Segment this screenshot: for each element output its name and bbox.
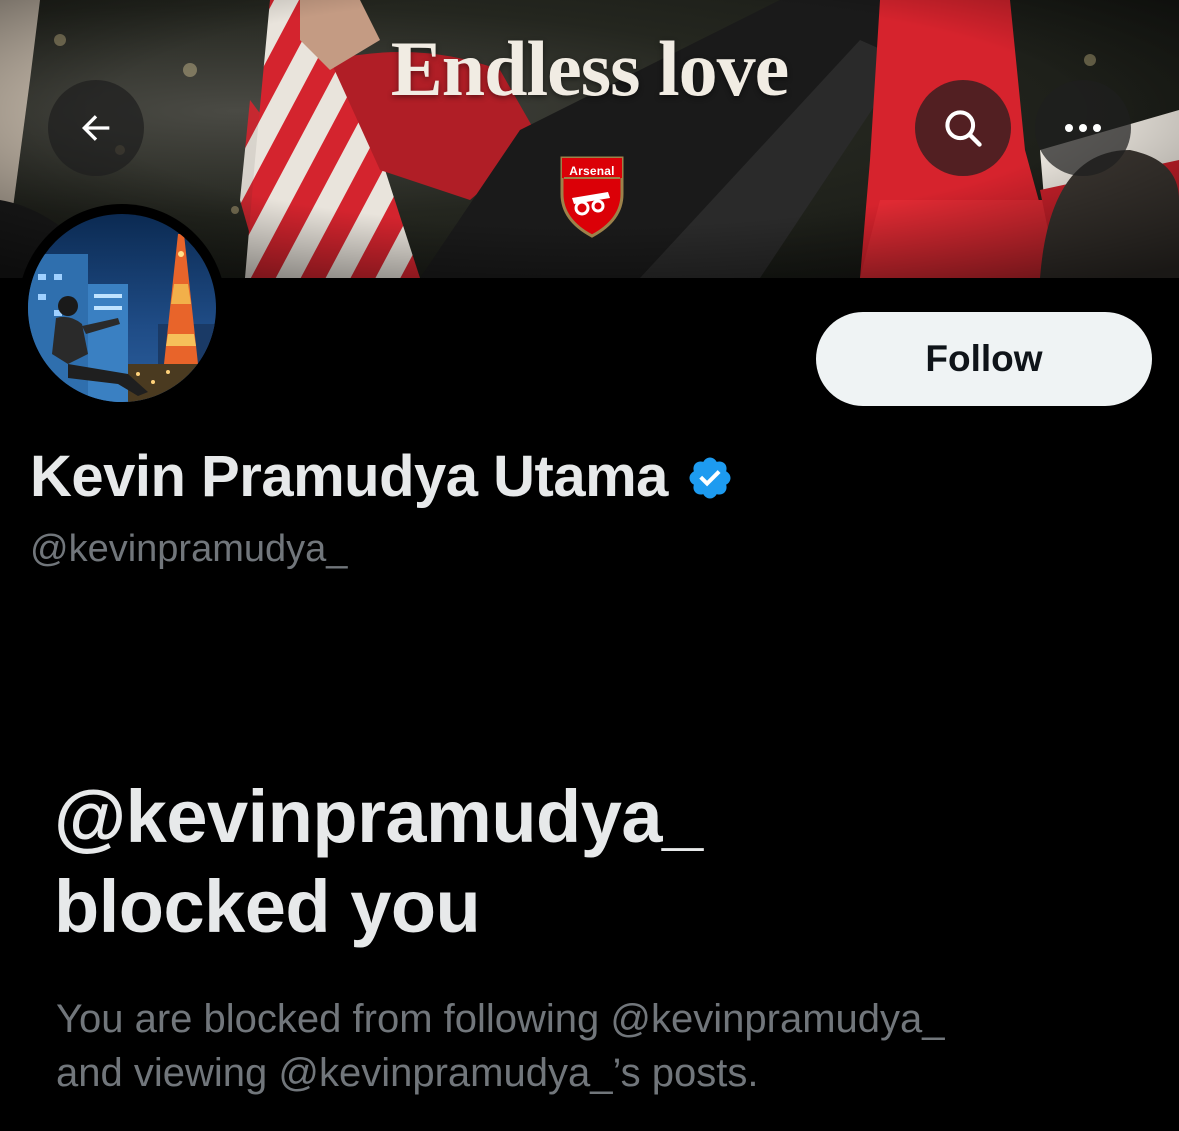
- blocked-description-line-1: You are blocked from following @kevinpra…: [56, 997, 945, 1041]
- blocked-description: You are blocked from following @kevinpra…: [56, 992, 1146, 1100]
- more-options-button[interactable]: [1035, 80, 1131, 176]
- follow-button[interactable]: Follow: [816, 312, 1152, 406]
- display-name: Kevin Pramudya Utama: [30, 443, 668, 509]
- blocked-title-handle: @kevinpramudya_: [54, 775, 703, 858]
- blocked-title: @kevinpramudya_ blocked you: [54, 772, 703, 952]
- blocked-title-text: blocked you: [54, 865, 481, 948]
- avatar-image: [28, 214, 216, 402]
- more-horizontal-icon: [1065, 124, 1101, 132]
- search-button[interactable]: [915, 80, 1011, 176]
- blocked-description-line-2: and viewing @kevinpramudya_’s posts.: [56, 1051, 759, 1095]
- banner-title: Endless love: [390, 25, 790, 112]
- arrow-left-icon: [82, 115, 110, 141]
- arsenal-crest-icon: Arsenal: [556, 154, 628, 238]
- back-button[interactable]: [48, 80, 144, 176]
- profile-name-row: Kevin Pramudya Utama: [30, 440, 734, 512]
- verified-badge-icon[interactable]: [686, 454, 734, 502]
- search-icon: [945, 110, 982, 147]
- profile-handle: @kevinpramudya_: [30, 528, 348, 570]
- avatar[interactable]: [18, 204, 226, 412]
- crest-label: Arsenal: [569, 164, 615, 178]
